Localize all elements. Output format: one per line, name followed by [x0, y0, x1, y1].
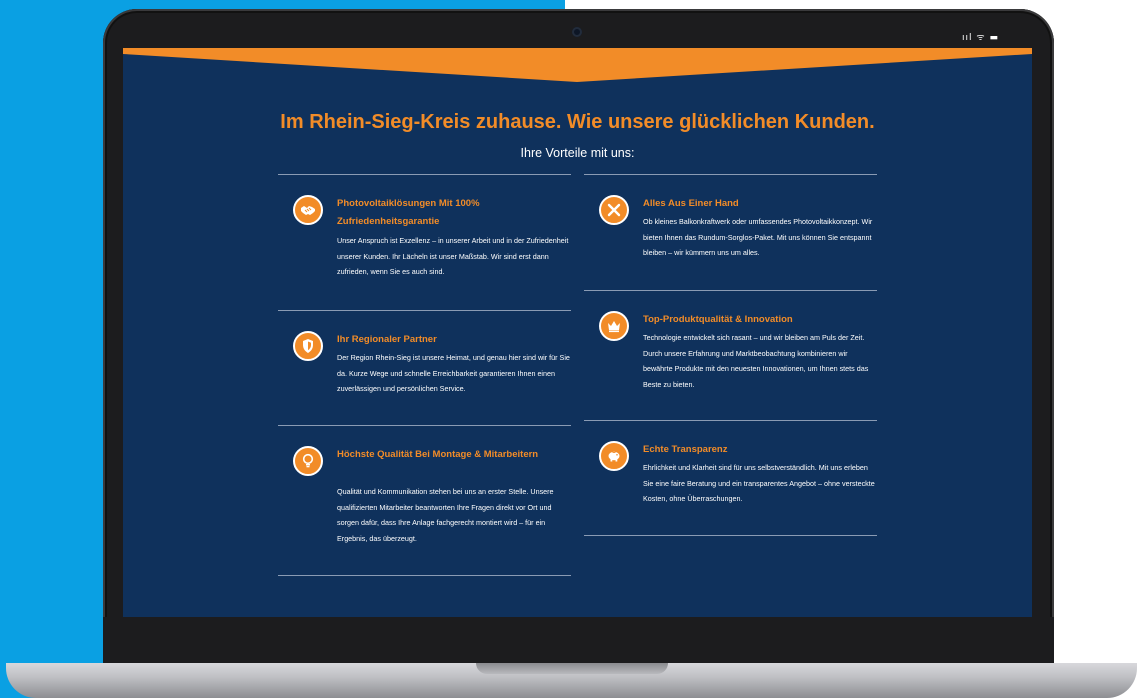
feature-text: Ob kleines Balkonkraftwerk oder umfassen… — [643, 217, 873, 257]
feature-all-in-one: Alles Aus Einer Hand Ob kleines Balkonkr… — [584, 175, 877, 290]
piggy-bank-icon — [599, 441, 629, 471]
features-left-column: Photovoltaiklösungen Mit 100% Zufriedenh… — [278, 174, 571, 576]
shield-icon — [293, 331, 323, 361]
feature-title: Top-Produktqualität & Innovation — [643, 314, 793, 325]
laptop-chin — [103, 617, 1054, 665]
feature-title: Echte Transparenz — [643, 444, 728, 455]
status-bar-indicators: ııl ᯤ ▬ — [962, 33, 999, 43]
feature-title: Alles Aus Einer Hand — [643, 198, 739, 209]
feature-title: Höchste Qualität Bei Montage & Mitarbeit… — [337, 449, 539, 460]
feature-text: Technologie entwickelt sich rasant – und… — [643, 333, 869, 389]
divider — [584, 535, 877, 536]
feature-regional-partner: Ihr Regionaler Partner Der Region Rhein-… — [278, 311, 571, 425]
feature-title: Photovoltaiklösungen Mit 100% Zufriedenh… — [337, 198, 480, 227]
crown-icon — [599, 311, 629, 341]
divider — [278, 575, 571, 576]
feature-title: Ihr Regionaler Partner — [337, 334, 437, 345]
orange-banner — [123, 48, 1032, 82]
laptop-notch — [476, 663, 668, 674]
feature-text: Qualität und Kommunikation stehen bei un… — [337, 487, 554, 543]
feature-product-quality: Top-Produktqualität & Innovation Technol… — [584, 291, 877, 420]
handshake-icon — [293, 195, 323, 225]
feature-text: Der Region Rhein-Sieg ist unsere Heimat,… — [337, 353, 570, 393]
feature-text: Unser Anspruch ist Exzellenz – in unsere… — [337, 236, 569, 276]
page-title: Im Rhein-Sieg-Kreis zuhause. Wie unsere … — [280, 111, 875, 133]
feature-text: Ehrlichkeit und Klarheit sind für uns se… — [643, 463, 875, 503]
lightbulb-icon — [293, 446, 323, 476]
screen: Im Rhein-Sieg-Kreis zuhause. Wie unsere … — [123, 48, 1032, 617]
feature-quality-installation: Höchste Qualität Bei Montage & Mitarbeit… — [278, 426, 571, 575]
feature-transparency: Echte Transparenz Ehrlichkeit und Klarhe… — [584, 421, 877, 535]
feature-satisfaction-guarantee: Photovoltaiklösungen Mit 100% Zufriedenh… — [278, 175, 571, 310]
camera-icon — [572, 27, 582, 37]
tools-icon — [599, 195, 629, 225]
page-subtitle: Ihre Vorteile mit uns: — [520, 146, 635, 160]
features-right-column: Alles Aus Einer Hand Ob kleines Balkonkr… — [584, 174, 877, 536]
